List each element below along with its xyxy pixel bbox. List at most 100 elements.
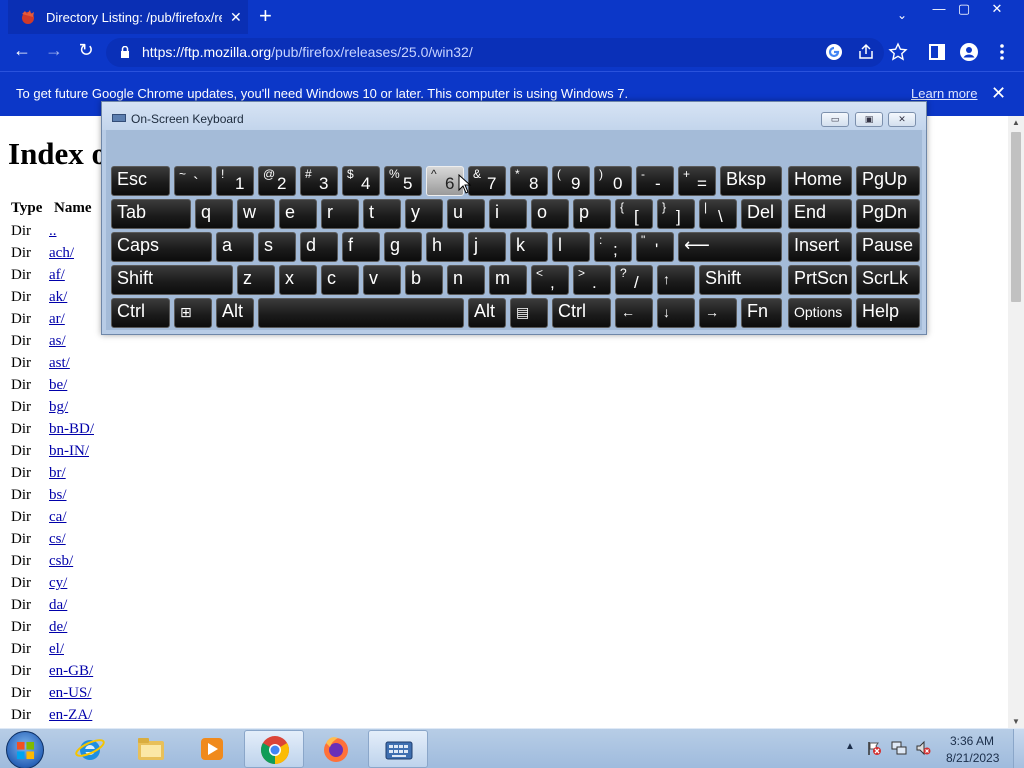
key-7[interactable]: & 7: [468, 166, 506, 196]
row-link[interactable]: en-GB/: [49, 660, 93, 682]
key-shift-right[interactable]: Shift: [699, 265, 782, 295]
taskbar-chrome[interactable]: [244, 730, 304, 768]
key-3[interactable]: #3: [300, 166, 338, 196]
row-link[interactable]: ..: [49, 220, 57, 242]
key-c[interactable]: c: [321, 265, 359, 295]
key-o[interactable]: o: [531, 199, 569, 229]
key-m[interactable]: m: [489, 265, 527, 295]
key-alt-right[interactable]: Alt: [468, 298, 506, 328]
vertical-scrollbar[interactable]: ▲ ▼: [1008, 116, 1024, 728]
row-link[interactable]: cy/: [49, 572, 67, 594]
key-9[interactable]: (9: [552, 166, 590, 196]
key-x[interactable]: x: [279, 265, 317, 295]
key-slash[interactable]: ? /: [615, 265, 653, 295]
key-backspace[interactable]: Bksp: [720, 166, 782, 196]
reload-button[interactable]: ↻: [74, 40, 98, 61]
clock-time[interactable]: 3:36 AM: [950, 734, 994, 748]
taskbar-explorer[interactable]: [121, 730, 181, 768]
key-semicolon[interactable]: :;: [594, 232, 632, 262]
key-tilde[interactable]: ~ `: [174, 166, 212, 196]
key-i[interactable]: i: [489, 199, 527, 229]
browser-tab[interactable]: Directory Listing: /pub/firefox/rel ✕: [8, 0, 248, 34]
row-link[interactable]: da/: [49, 594, 67, 616]
key-4[interactable]: $4: [342, 166, 380, 196]
key-z[interactable]: z: [237, 265, 275, 295]
osk-restore-button[interactable]: ▣: [855, 112, 883, 127]
scroll-up-icon[interactable]: ▲: [1012, 118, 1020, 127]
key-backslash[interactable]: | \: [699, 199, 737, 229]
key-v[interactable]: v: [363, 265, 401, 295]
key-d[interactable]: d: [300, 232, 338, 262]
taskbar-osk[interactable]: [368, 730, 428, 768]
key-scrlk[interactable]: ScrLk: [856, 265, 920, 295]
row-link[interactable]: bg/: [49, 396, 68, 418]
key-prtscn[interactable]: PrtScn: [788, 265, 852, 295]
key-shift-left[interactable]: Shift: [111, 265, 233, 295]
key-options[interactable]: Options: [788, 298, 852, 328]
key-a[interactable]: a: [216, 232, 254, 262]
key-l[interactable]: l: [552, 232, 590, 262]
scroll-down-icon[interactable]: ▼: [1012, 717, 1020, 726]
key-comma[interactable]: <,: [531, 265, 569, 295]
column-header-name[interactable]: Name: [54, 200, 92, 217]
window-maximize-button[interactable]: ▢: [952, 1, 976, 17]
key-ctrl-right[interactable]: Ctrl: [552, 298, 611, 328]
new-tab-button[interactable]: +: [259, 5, 272, 27]
row-link[interactable]: ast/: [49, 352, 70, 374]
key-y[interactable]: y: [405, 199, 443, 229]
osk-close-button[interactable]: ✕: [888, 112, 916, 127]
row-link[interactable]: bn-BD/: [49, 418, 94, 440]
key-g[interactable]: g: [384, 232, 422, 262]
key-t[interactable]: t: [363, 199, 401, 229]
key-menu[interactable]: ▤: [510, 298, 548, 328]
action-center-flag-icon[interactable]: [866, 740, 882, 756]
row-link[interactable]: en-ZA/: [49, 704, 92, 726]
infobar-close-icon[interactable]: ✕: [991, 83, 1006, 104]
row-link[interactable]: br/: [49, 462, 66, 484]
key-left-arrow[interactable]: ←: [615, 298, 653, 328]
taskbar-firefox[interactable]: [306, 730, 366, 768]
key-2[interactable]: @2: [258, 166, 296, 196]
key-insert[interactable]: Insert: [788, 232, 852, 262]
key-down-arrow[interactable]: ↓: [657, 298, 695, 328]
bookmark-star-icon[interactable]: [888, 42, 908, 62]
key-s[interactable]: s: [258, 232, 296, 262]
key-pgdn[interactable]: PgDn: [856, 199, 920, 229]
key-h[interactable]: h: [426, 232, 464, 262]
key-esc[interactable]: Esc: [111, 166, 170, 196]
network-icon[interactable]: [891, 740, 907, 756]
key-pgup[interactable]: PgUp: [856, 166, 920, 196]
row-link[interactable]: cs/: [49, 528, 66, 550]
osk-minimize-button[interactable]: ▭: [821, 112, 849, 127]
share-icon[interactable]: [856, 42, 876, 62]
learn-more-link[interactable]: Learn more: [911, 86, 977, 101]
key-e[interactable]: e: [279, 199, 317, 229]
row-link[interactable]: csb/: [49, 550, 73, 572]
key-minus[interactable]: --: [636, 166, 674, 196]
key-enter[interactable]: ⟵: [678, 232, 782, 262]
key-n[interactable]: n: [447, 265, 485, 295]
window-close-button[interactable]: ✕: [985, 1, 1009, 17]
key-b[interactable]: b: [405, 265, 443, 295]
back-button[interactable]: ←: [10, 40, 34, 61]
key-home[interactable]: Home: [788, 166, 852, 196]
osk-title-bar[interactable]: On-Screen Keyboard ▭ ▣ ✕: [102, 102, 926, 130]
key-j[interactable]: j: [468, 232, 506, 262]
key-up-arrow[interactable]: ↑: [657, 265, 695, 295]
menu-kebab-icon[interactable]: [992, 42, 1012, 62]
key-equals[interactable]: + =: [678, 166, 716, 196]
key-quote[interactable]: " ': [636, 232, 674, 262]
key-q[interactable]: q: [195, 199, 233, 229]
forward-button[interactable]: →: [42, 40, 66, 61]
key-f[interactable]: f: [342, 232, 380, 262]
volume-muted-icon[interactable]: [915, 740, 931, 756]
scrollbar-thumb[interactable]: [1011, 132, 1021, 302]
key-end[interactable]: End: [788, 199, 852, 229]
address-bar[interactable]: https://ftp.mozilla.org/pub/firefox/rele…: [106, 38, 908, 67]
key-ctrl-left[interactable]: Ctrl: [111, 298, 170, 328]
key-w[interactable]: w: [237, 199, 275, 229]
key-caps[interactable]: Caps: [111, 232, 212, 262]
key-del[interactable]: Del: [741, 199, 782, 229]
show-desktop-button[interactable]: [1013, 729, 1024, 768]
key-fn[interactable]: Fn: [741, 298, 782, 328]
